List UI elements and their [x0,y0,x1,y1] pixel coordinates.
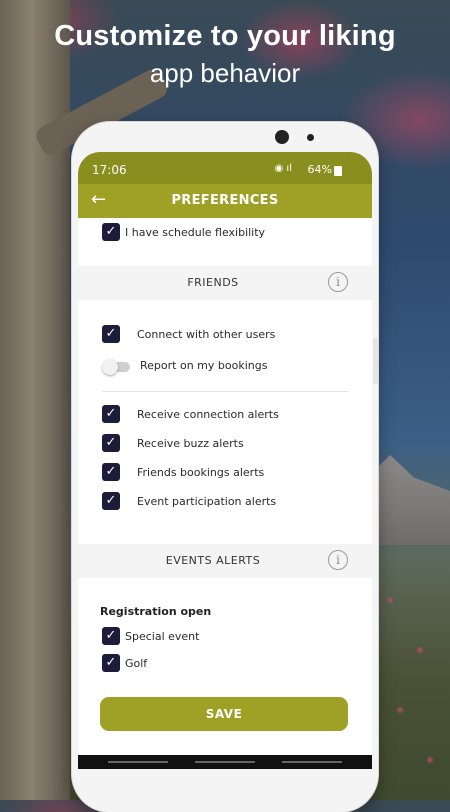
checkbox-checked[interactable]: ✓ [102,223,120,241]
page-title: PREFERENCES [171,193,279,208]
checkbox-checked[interactable]: ✓ [102,654,120,672]
event-row[interactable]: ✓ Special event [78,627,372,649]
report-bookings-label: Report on my bookings [140,359,268,372]
connect-users-label: Connect with other users [137,328,276,341]
status-bar: 17:06 ◉ ıl 64% [78,152,372,184]
schedule-flexibility-row[interactable]: ✓ I have schedule flexibility [78,223,372,245]
event-row[interactable]: ✓ Golf [78,654,372,676]
connect-users-row[interactable]: ✓ Connect with other users [78,325,372,347]
nav-recent-icon[interactable] [108,761,168,763]
report-bookings-toggle[interactable] [102,359,130,375]
wifi-signal-icon: ◉ ıl [274,163,292,174]
flowers [370,560,450,800]
alert-row[interactable]: ✓ Event participation alerts [78,492,372,514]
info-icon[interactable]: i [328,272,348,292]
alert-row[interactable]: ✓ Receive connection alerts [78,405,372,427]
info-icon[interactable]: i [328,550,348,570]
save-button[interactable]: SAVE [100,697,348,731]
alert-row[interactable]: ✓ Receive buzz alerts [78,434,372,456]
status-time: 17:06 [92,163,127,177]
checkbox-checked[interactable]: ✓ [102,627,120,645]
friends-section-header: FRIENDS i [78,266,372,300]
friends-section-title: FRIENDS [187,276,239,289]
alert-label: Friends bookings alerts [137,466,265,479]
checkbox-checked[interactable]: ✓ [102,492,120,510]
event-label: Golf [125,657,148,670]
alert-label: Event participation alerts [137,495,277,508]
checkbox-checked[interactable]: ✓ [102,463,120,481]
events-section-title: EVENTS ALERTS [165,554,261,567]
event-label: Special event [125,630,200,643]
alert-label: Receive connection alerts [137,408,279,421]
checkbox-checked[interactable]: ✓ [102,405,120,423]
checkbox-checked[interactable]: ✓ [102,434,120,452]
report-bookings-row[interactable]: Report on my bookings [78,356,372,378]
system-nav-bar [78,755,372,769]
schedule-flexibility-label: I have schedule flexibility [125,226,266,239]
promo-headline: Customize to your liking [54,20,396,52]
sensor-icon [307,134,314,141]
nav-home-icon[interactable] [195,761,255,763]
toggle-knob [102,359,118,375]
registration-title: Registration open [100,605,212,618]
app-screen: 17:06 ◉ ıl 64% ← PREFERENCES ✓ I have sc… [78,152,372,767]
battery-icon [334,166,342,176]
divider [102,391,348,392]
battery-percent: 64% [307,163,332,176]
nav-back-icon[interactable] [282,761,342,763]
alert-label: Receive buzz alerts [137,437,244,450]
phone-side-button [373,338,378,384]
camera-icon [275,130,289,144]
promo-subline: app behavior [149,58,301,88]
alert-row[interactable]: ✓ Friends bookings alerts [78,463,372,485]
checkbox-checked[interactable]: ✓ [102,325,120,343]
events-section-header: EVENTS ALERTS i [78,544,372,578]
app-header: ← PREFERENCES [78,184,372,218]
